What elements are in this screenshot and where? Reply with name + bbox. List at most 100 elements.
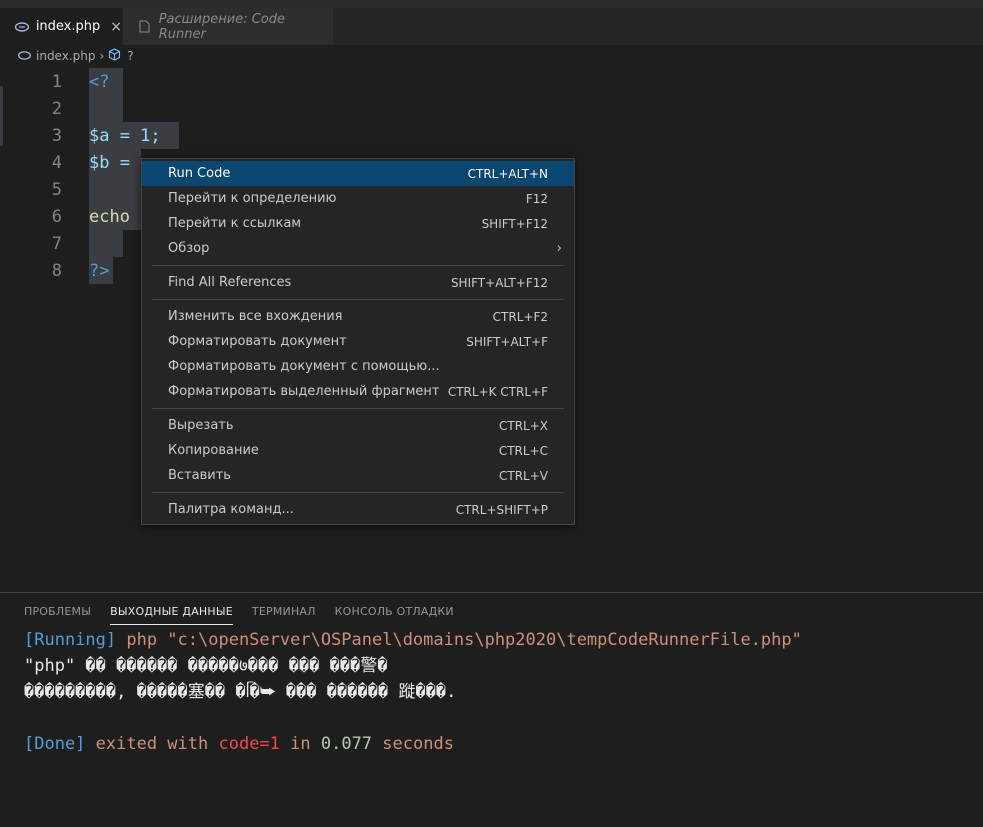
code-text: $b =: [89, 152, 130, 173]
done-tag: [Done]: [24, 734, 86, 754]
line-number: 3: [51, 125, 62, 146]
tab-debug-console[interactable]: КОНСОЛЬ ОТЛАДКИ: [335, 605, 454, 625]
menu-item-label: Форматировать выделенный фрагмент: [168, 384, 440, 399]
tab-code-runner-extension[interactable]: Расширение: Code Runner: [123, 8, 333, 45]
tab-output[interactable]: ВЫХОДНЫЕ ДАННЫЕ: [110, 605, 233, 625]
menu-item-shortcut: CTRL+X: [498, 418, 548, 433]
breadcrumb-symbol[interactable]: ?: [127, 49, 133, 63]
menu-item-format-selection[interactable]: Форматировать выделенный фрагмент CTRL+K…: [142, 379, 574, 404]
menu-item-shortcut: CTRL+SHIFT+P: [455, 502, 548, 517]
menu-item-run-code[interactable]: Run Code CTRL+ALT+N: [142, 161, 574, 186]
line-number: 8: [51, 260, 62, 281]
output-garbled-line: ���������, �����塞�� �ᥬ�⮩ ��� ������ 蹝���…: [24, 682, 457, 702]
code-line: 4 $b =: [0, 149, 130, 176]
menu-separator: [152, 492, 564, 493]
menu-item-shortcut: SHIFT+ALT+F12: [450, 275, 548, 290]
done-seconds: seconds: [372, 734, 454, 754]
menu-item-label: Форматировать документ с помощью...: [168, 359, 440, 374]
running-tag: [Running]: [24, 630, 117, 650]
menu-item-shortcut: CTRL+F2: [492, 309, 548, 324]
run-time: 0.077: [320, 734, 373, 754]
menu-item-label: Палитра команд...: [168, 502, 294, 517]
code-line: 6 echo: [0, 203, 130, 230]
tab-label: Расширение: Code Runner: [158, 11, 285, 42]
selection-highlight: [89, 230, 123, 257]
code-text: $a = 1;: [89, 125, 161, 146]
cube-icon: [108, 48, 121, 64]
menu-item-go-to-definition[interactable]: Перейти к определению F12: [142, 186, 574, 211]
menu-item-format-document[interactable]: Форматировать документ SHIFT+ALT+F: [142, 329, 574, 354]
menu-item-peek[interactable]: Обзор ›: [142, 236, 574, 261]
code-line: 3 $a = 1;: [0, 122, 161, 149]
line-number: 6: [51, 206, 62, 227]
menu-item-go-to-references[interactable]: Перейти к ссылкам SHIFT+F12: [142, 211, 574, 236]
tab-terminal[interactable]: ТЕРМИНАЛ: [252, 605, 316, 625]
done-in: in: [279, 734, 321, 754]
chevron-right-icon: ›: [556, 241, 562, 256]
file-icon: [137, 19, 153, 35]
code-line: 5: [0, 176, 89, 203]
panel-tabs: ПРОБЛЕМЫ ВЫХОДНЫЕ ДАННЫЕ ТЕРМИНАЛ КОНСОЛ…: [24, 605, 473, 625]
menu-item-find-all-references[interactable]: Find All References SHIFT+ALT+F12: [142, 270, 574, 295]
code-line: 2: [0, 95, 89, 122]
php-elephant-icon: [18, 49, 31, 63]
menu-item-label: Форматировать документ: [168, 334, 347, 349]
title-bar-strip: [0, 0, 983, 8]
menu-item-label: Перейти к определению: [168, 191, 337, 206]
output-quoted: "php": [24, 656, 76, 676]
done-exited: exited with: [85, 734, 219, 754]
menu-item-label: Копирование: [168, 443, 259, 458]
menu-item-label: Обзор: [168, 241, 210, 256]
output-log[interactable]: [Running] php "c:\openServer\OSPanel\dom…: [24, 627, 802, 757]
menu-item-paste[interactable]: Вставить CTRL+V: [142, 463, 574, 488]
line-number: 4: [51, 152, 62, 173]
menu-item-copy[interactable]: Копирование CTRL+C: [142, 438, 574, 463]
code-text: echo: [89, 206, 130, 227]
menu-separator: [152, 408, 564, 409]
running-command: php "c:\openServer\OSPanel\domains\php20…: [116, 630, 802, 650]
breadcrumb-file[interactable]: index.php: [36, 49, 95, 63]
line-number: 5: [51, 179, 62, 200]
line-number: 2: [51, 98, 62, 119]
code-text: ?>: [89, 260, 110, 281]
tab-index-php[interactable]: index.php ×: [0, 8, 122, 45]
menu-item-label: Вырезать: [168, 418, 234, 433]
selection-highlight: [89, 176, 141, 203]
menu-item-label: Вставить: [168, 468, 231, 483]
code-line: 1 <?: [0, 68, 110, 95]
line-number: 7: [51, 233, 62, 254]
line-number: 1: [51, 71, 62, 92]
tab-label: index.php: [35, 19, 101, 34]
php-elephant-icon: [14, 19, 30, 35]
code-line: 7: [0, 230, 89, 257]
bottom-panel: ПРОБЛЕМЫ ВЫХОДНЫЕ ДАННЫЕ ТЕРМИНАЛ КОНСОЛ…: [0, 592, 983, 827]
menu-item-shortcut: CTRL+C: [498, 443, 548, 458]
menu-separator: [152, 299, 564, 300]
breadcrumb: index.php › ?: [0, 45, 983, 67]
menu-item-shortcut: F12: [525, 191, 548, 206]
menu-item-shortcut: SHIFT+ALT+F: [466, 334, 548, 349]
menu-separator: [152, 265, 564, 266]
menu-item-change-all-occurrences[interactable]: Изменить все вхождения CTRL+F2: [142, 304, 574, 329]
output-garbled-line: �� ������ �����७��� ��� ���警�: [75, 656, 388, 676]
exit-code: code=1: [218, 734, 280, 754]
close-icon[interactable]: ×: [110, 19, 122, 35]
code-text: <?: [89, 71, 110, 92]
menu-item-command-palette[interactable]: Палитра команд... CTRL+SHIFT+P: [142, 497, 574, 522]
menu-item-label: Find All References: [168, 275, 292, 290]
menu-item-shortcut: CTRL+V: [499, 468, 548, 483]
editor-tab-bar: index.php × Расширение: Code Runner: [0, 8, 983, 45]
menu-item-label: Run Code: [168, 166, 231, 181]
menu-item-shortcut: SHIFT+F12: [481, 216, 548, 231]
menu-item-label: Изменить все вхождения: [168, 309, 343, 324]
menu-item-label: Перейти к ссылкам: [168, 216, 302, 231]
selection-highlight: [89, 95, 123, 122]
menu-item-shortcut: CTRL+K CTRL+F: [447, 384, 548, 399]
code-line: 8 ?>: [0, 257, 110, 284]
tab-problems[interactable]: ПРОБЛЕМЫ: [24, 605, 91, 625]
chevron-right-icon: ›: [99, 49, 105, 63]
menu-item-cut[interactable]: Вырезать CTRL+X: [142, 413, 574, 438]
menu-item-format-document-with[interactable]: Форматировать документ с помощью...: [142, 354, 574, 379]
menu-item-shortcut: CTRL+ALT+N: [467, 166, 548, 181]
context-menu: Run Code CTRL+ALT+N Перейти к определени…: [141, 158, 575, 525]
